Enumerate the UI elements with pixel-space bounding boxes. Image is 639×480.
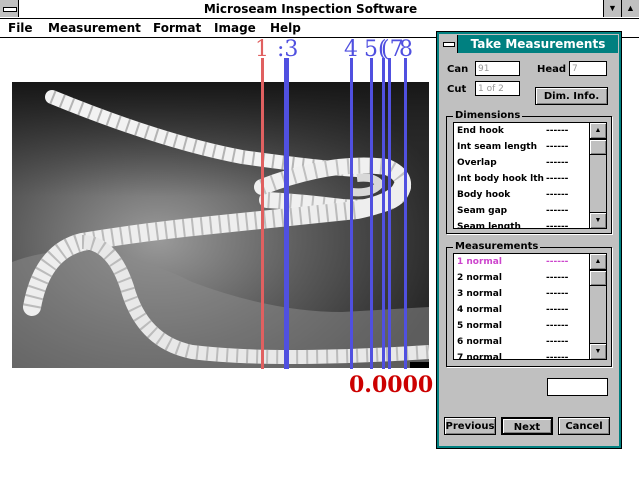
measurements-scrollbar[interactable]: ▲ ▼	[589, 254, 606, 359]
next-button[interactable]: Next	[501, 417, 553, 435]
measurements-list[interactable]: 1 normal ------ 2 normal ------ 3 normal --…	[453, 253, 607, 360]
can-field[interactable]: 91	[475, 61, 520, 76]
measurement-value: ------	[546, 273, 569, 283]
scroll-up-arrow-icon[interactable]: ▲	[590, 123, 606, 139]
measurement-name: 2 normal	[457, 273, 502, 283]
maximize-icon[interactable]: ▲	[621, 0, 639, 17]
scroll-thumb[interactable]	[590, 139, 606, 155]
menu-measurement[interactable]: Measurement	[48, 20, 141, 36]
measurement-value: ------	[546, 353, 569, 360]
seam-cross-section-image[interactable]	[12, 82, 429, 368]
dimension-name: Seam gap	[457, 206, 508, 216]
dimension-name: End hook	[457, 126, 504, 136]
list-item[interactable]: 2 normal ------	[454, 270, 589, 286]
measurement-value: ------	[546, 305, 569, 315]
title-bar: Microseam Inspection Software ▼ ▲	[0, 0, 639, 19]
menu-format[interactable]: Format	[153, 20, 201, 36]
dimension-value: ------	[546, 190, 569, 200]
measurement-name: 1 normal	[457, 257, 502, 267]
value-entry-field[interactable]	[547, 378, 608, 396]
scroll-up-arrow-icon[interactable]: ▲	[590, 254, 606, 270]
dimension-name: Body hook	[457, 190, 511, 200]
dimension-name: Seam length	[457, 222, 521, 229]
head-label: Head	[537, 64, 567, 75]
dimension-name: Overlap	[457, 158, 497, 168]
measure-line-3[interactable]	[284, 58, 289, 369]
measurement-name: 4 normal	[457, 305, 502, 315]
measure-line-7[interactable]	[388, 58, 391, 369]
measure-label-8: 8	[399, 37, 413, 62]
measure-line-6[interactable]	[382, 58, 385, 369]
list-item[interactable]: Body hook ------	[454, 187, 589, 203]
menu-image[interactable]: Image	[214, 20, 256, 36]
scroll-down-arrow-icon[interactable]: ▼	[590, 343, 606, 359]
list-item[interactable]: Int body hook lth ------	[454, 171, 589, 187]
list-item[interactable]: 4 normal ------	[454, 302, 589, 318]
dimensions-group-label: Dimensions	[453, 110, 523, 122]
list-item[interactable]: Seam gap ------	[454, 203, 589, 219]
dimension-name: Int body hook lth	[457, 174, 544, 184]
dimensions-scrollbar[interactable]: ▲ ▼	[589, 123, 606, 228]
list-item[interactable]: 7 normal ------	[454, 350, 589, 360]
measurements-group: Measurements 1 normal ------ 2 normal ----…	[446, 241, 612, 367]
previous-button[interactable]: Previous	[444, 417, 496, 435]
dimension-name: Int seam length	[457, 142, 537, 152]
list-item[interactable]: 3 normal ------	[454, 286, 589, 302]
cut-field[interactable]: 1 of 2	[475, 81, 520, 96]
dialog-title: Take Measurements	[470, 37, 606, 51]
measure-label-4: 4	[344, 37, 358, 62]
head-field[interactable]: 7	[569, 61, 607, 76]
dimensions-list[interactable]: End hook ------ Int seam length ------ Ove…	[453, 122, 607, 229]
cancel-button[interactable]: Cancel	[558, 417, 610, 435]
measure-label-3: :3	[277, 37, 299, 62]
measurement-readout: 0.0000	[349, 372, 434, 398]
list-item[interactable]: Seam length ------	[454, 219, 589, 229]
measurement-name: 3 normal	[457, 289, 502, 299]
dimension-value: ------	[546, 222, 569, 229]
dimension-value: ------	[546, 174, 569, 184]
measurement-value: ------	[546, 321, 569, 331]
seam-image-drawing	[12, 82, 429, 368]
measure-label-1: 1	[255, 37, 269, 62]
dialog-title-bar: Take Measurements	[440, 35, 618, 53]
list-item[interactable]: 6 normal ------	[454, 334, 589, 350]
can-label: Can	[447, 64, 469, 75]
measure-line-8[interactable]	[404, 58, 407, 369]
dim-info-button[interactable]: Dim. Info.	[535, 87, 608, 105]
minimize-icon[interactable]: ▼	[603, 0, 621, 17]
menu-help[interactable]: Help	[270, 20, 301, 36]
measurement-name: 7 normal	[457, 353, 502, 360]
list-item[interactable]: End hook ------	[454, 123, 589, 139]
measure-line-4[interactable]	[350, 58, 353, 369]
dimension-value: ------	[546, 206, 569, 216]
list-item[interactable]: Overlap ------	[454, 155, 589, 171]
measurement-value: ------	[546, 289, 569, 299]
measure-line-1[interactable]	[261, 58, 264, 369]
list-item-selected[interactable]: 1 normal ------	[454, 254, 589, 270]
dimension-value: ------	[546, 158, 569, 168]
dialog-system-menu-icon[interactable]	[440, 35, 458, 53]
dimension-value: ------	[546, 142, 569, 152]
measurement-value: ------	[546, 337, 569, 347]
list-item[interactable]: 5 normal ------	[454, 318, 589, 334]
window-title: Microseam Inspection Software	[203, 2, 418, 16]
measure-line-5[interactable]	[370, 58, 373, 369]
system-menu-icon[interactable]	[0, 0, 19, 17]
menu-file[interactable]: File	[8, 20, 33, 36]
dimensions-group: Dimensions End hook ------ Int seam lengt…	[446, 110, 612, 234]
dimension-value: ------	[546, 126, 569, 136]
measurements-group-label: Measurements	[453, 241, 541, 253]
scroll-thumb[interactable]	[590, 270, 606, 286]
scroll-down-arrow-icon[interactable]: ▼	[590, 212, 606, 228]
measurement-value: ------	[546, 257, 569, 267]
measurement-name: 6 normal	[457, 337, 502, 347]
cut-label: Cut	[447, 84, 467, 95]
measurement-name: 5 normal	[457, 321, 502, 331]
take-measurements-dialog: Take Measurements Can 91 Head 7 Cut 1 of…	[436, 31, 622, 449]
list-item[interactable]: Int seam length ------	[454, 139, 589, 155]
